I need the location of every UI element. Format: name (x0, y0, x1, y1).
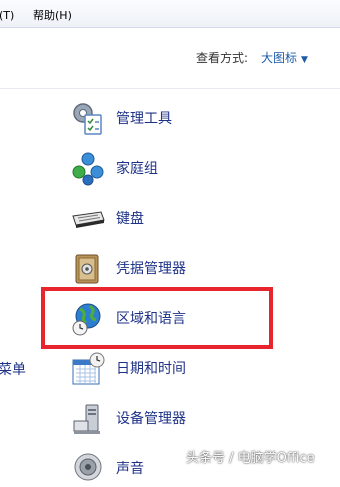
menu-help[interactable]: 帮助(H) (33, 9, 72, 23)
item-label[interactable]: 日期和时间 (116, 359, 186, 379)
keyboard-icon (72, 211, 105, 228)
sidebar-partial-label[interactable]: 菜单 (0, 360, 26, 380)
menu-tools[interactable]: (T) (0, 9, 14, 23)
region-language-icon (72, 303, 101, 336)
item-label[interactable]: 管理工具 (116, 109, 172, 129)
sound-icon (74, 453, 102, 481)
item-label[interactable]: 设备管理器 (116, 409, 186, 429)
item-label[interactable]: 键盘 (116, 209, 144, 229)
view-by-label: 查看方式: (196, 51, 249, 65)
item-label[interactable]: 家庭组 (116, 159, 158, 179)
device-manager-icon (73, 404, 100, 434)
homegroup-icon (72, 152, 104, 186)
date-time-icon (72, 352, 105, 385)
item-label[interactable]: 声音 (116, 459, 144, 479)
view-by-value[interactable]: 大图标 (261, 51, 297, 65)
menu-bar: (T) 帮助(H) (0, 0, 340, 28)
dropdown-arrow-icon[interactable]: ▼ (301, 55, 308, 65)
watermark: 头条号 / 电脑学Office (186, 451, 315, 466)
admin-tools-icon (73, 103, 102, 135)
view-by-dropdown[interactable]: 大图标 ▼ (261, 50, 308, 68)
credential-manager-icon (75, 254, 99, 284)
divider (0, 88, 340, 89)
item-label[interactable]: 区域和语言 (116, 309, 186, 329)
item-label[interactable]: 凭据管理器 (116, 259, 186, 279)
